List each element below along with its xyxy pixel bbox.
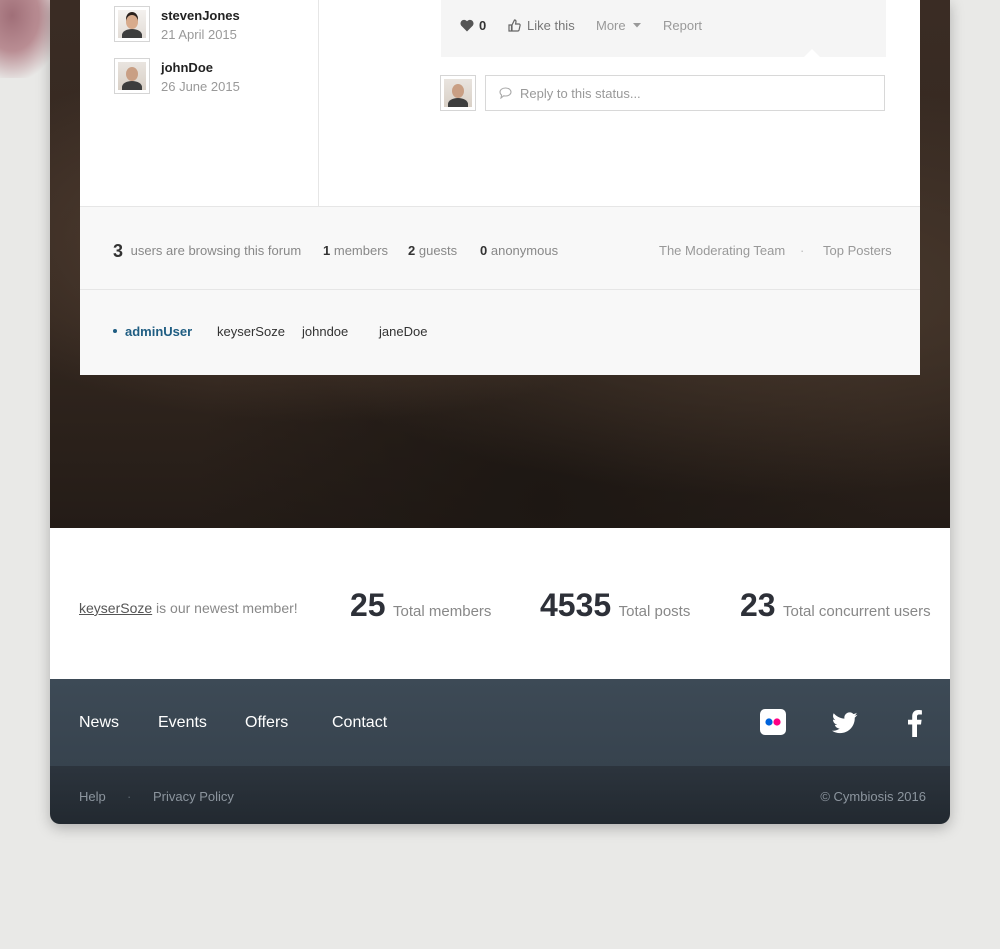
newest-member-link[interactable]: keyserSoze — [79, 600, 152, 616]
current-user-avatar — [440, 75, 476, 111]
poster-date: 26 June 2015 — [161, 79, 240, 94]
facebook-icon[interactable] — [907, 709, 922, 742]
total-posts-stat: 4535 Total posts — [540, 587, 690, 624]
poster-name[interactable]: stevenJones — [161, 8, 240, 23]
reply-input[interactable]: Reply to this status... — [485, 75, 885, 111]
browsing-stats: 3 users are browsing this forum 1 member… — [80, 206, 920, 290]
footer-bottom: Help · Privacy Policy © Cymbiosis 2016 — [50, 766, 950, 824]
poster-name[interactable]: johnDoe — [161, 60, 240, 75]
reply-placeholder: Reply to this status... — [520, 85, 641, 101]
hero-background: stevenJones 21 April 2015 johnDoe 26 Jun… — [50, 0, 950, 528]
total-members-count: 25 — [350, 587, 386, 623]
comment-icon — [499, 87, 512, 99]
privacy-policy-link[interactable]: Privacy Policy — [153, 789, 234, 804]
browsing-total-label: users are browsing this forum — [130, 243, 302, 258]
total-members-label: Total members — [393, 603, 492, 620]
newest-member-suffix: is our newest member! — [156, 600, 298, 616]
recent-posters-sidebar: stevenJones 21 April 2015 johnDoe 26 Jun… — [80, 0, 319, 207]
nav-contact[interactable]: Contact — [332, 714, 387, 732]
browsing-total-count: 3 — [113, 241, 124, 261]
copyright: © Cymbiosis 2016 — [820, 789, 926, 804]
online-user[interactable]: johndoe — [302, 324, 348, 339]
poster-item[interactable]: johnDoe 26 June 2015 — [114, 58, 240, 94]
heart-icon — [460, 19, 474, 31]
online-users: adminUser keyserSoze johndoe janeDoe — [80, 290, 920, 375]
separator: · — [800, 243, 805, 258]
members-label: members — [333, 243, 389, 258]
status-actions-bar: 0 Like this More Report — [441, 0, 886, 58]
guests-count: 2 — [408, 243, 416, 258]
twitter-icon[interactable] — [832, 712, 858, 739]
report-link[interactable]: Report — [663, 17, 702, 33]
anonymous-count: 0 — [480, 243, 488, 258]
concurrent-users-stat: 23 Total concurrent users — [740, 587, 931, 624]
like-count: 0 — [479, 17, 487, 33]
footer-separator: · — [127, 789, 132, 804]
newest-member: keyserSoze is our newest member! — [79, 600, 298, 616]
concurrent-users-count: 23 — [740, 587, 776, 623]
like-counter[interactable]: 0 — [460, 17, 486, 33]
footer-nav: News Events Offers Contact — [50, 679, 950, 766]
total-posts-count: 4535 — [540, 587, 612, 623]
poster-item[interactable]: stevenJones 21 April 2015 — [114, 6, 240, 42]
poster-date: 21 April 2015 — [161, 27, 237, 42]
members-count: 1 — [323, 243, 331, 258]
forum-statistics: keyserSoze is our newest member! 25 Tota… — [50, 528, 950, 679]
page-frame: stevenJones 21 April 2015 johnDoe 26 Jun… — [50, 0, 950, 824]
concurrent-users-label: Total concurrent users — [783, 603, 931, 620]
anonymous-label: anonymous — [490, 243, 559, 258]
forum-card: stevenJones 21 April 2015 johnDoe 26 Jun… — [80, 0, 920, 375]
thumbs-up-icon — [508, 18, 521, 32]
moderating-team-link[interactable]: The Moderating Team — [659, 243, 785, 258]
avatar[interactable] — [114, 58, 150, 94]
total-posts-label: Total posts — [618, 603, 691, 620]
nav-news[interactable]: News — [79, 714, 119, 732]
browsing-total: 3 users are browsing this forum — [113, 239, 302, 261]
online-user-admin[interactable]: adminUser — [125, 324, 192, 339]
top-posters-link[interactable]: Top Posters — [823, 243, 892, 258]
reply-row: Reply to this status... — [440, 75, 885, 111]
avatar[interactable] — [114, 6, 150, 42]
online-user[interactable]: keyserSoze — [217, 324, 285, 339]
like-button[interactable]: Like this — [508, 17, 575, 33]
online-user[interactable]: janeDoe — [379, 324, 427, 339]
total-members-stat: 25 Total members — [350, 587, 491, 624]
flickr-icon[interactable] — [760, 709, 786, 740]
caret-down-icon — [632, 22, 641, 27]
like-label: Like this — [527, 17, 575, 33]
guests-count-item: 2 guests — [408, 243, 457, 258]
guests-label: guests — [418, 243, 458, 258]
more-label: More — [596, 17, 626, 33]
online-bullet-icon — [113, 329, 117, 333]
nav-events[interactable]: Events — [158, 714, 207, 732]
members-count-item: 1 members — [323, 243, 388, 258]
anonymous-count-item: 0 anonymous — [480, 243, 558, 258]
help-link[interactable]: Help — [79, 789, 106, 804]
more-dropdown[interactable]: More — [596, 17, 641, 33]
nav-offers[interactable]: Offers — [245, 714, 288, 732]
